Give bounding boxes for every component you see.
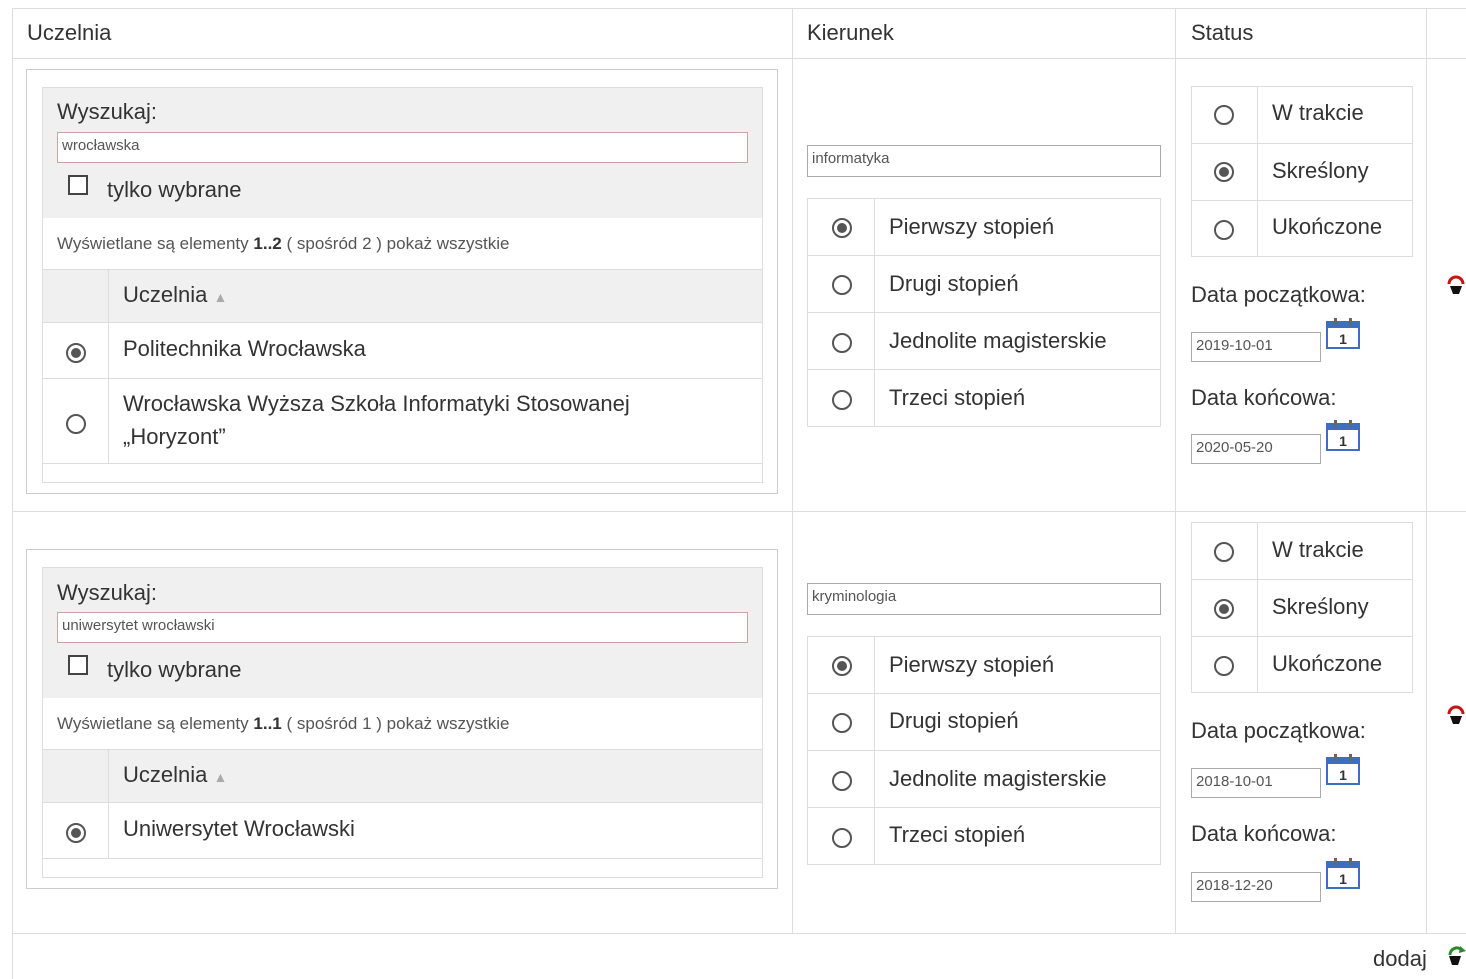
show-all-link[interactable]: pokaż wszystkie	[387, 234, 510, 253]
school-name-cont: „Horyzont”	[123, 424, 226, 449]
degree-radio[interactable]	[832, 771, 852, 791]
status-label: Ukończone	[1272, 214, 1383, 239]
results-info: Wyświetlane są elementy 1..2 ( spośród 2…	[57, 234, 510, 253]
only-selected-checkbox[interactable]	[68, 175, 88, 195]
end-date-label: Data końcowa:	[1191, 821, 1337, 846]
calendar-icon[interactable]: 1	[1325, 418, 1361, 452]
only-selected-checkbox[interactable]	[68, 655, 88, 675]
school-name: Politechnika Wrocławska	[123, 336, 366, 361]
degree-radio[interactable]	[832, 656, 852, 676]
search-label: Wyszukaj:	[57, 99, 158, 124]
school-name: Uniwersytet Wrocławski	[123, 816, 355, 841]
start-date-input[interactable]: 2019-10-01	[1191, 332, 1321, 362]
school-radio-1[interactable]	[66, 343, 86, 363]
degree-radio[interactable]	[832, 333, 852, 353]
show-all-link[interactable]: pokaż wszystkie	[387, 714, 510, 733]
remove-icon[interactable]	[1446, 704, 1466, 726]
school-search-input[interactable]: uniwersytet wrocławski	[57, 612, 748, 643]
end-date-label: Data końcowa:	[1191, 385, 1337, 410]
svg-text:1: 1	[1339, 331, 1347, 347]
results-info: Wyświetlane są elementy 1..1 ( spośród 1…	[57, 714, 510, 733]
status-label: Skreślony	[1272, 594, 1369, 619]
status-label: W trakcie	[1272, 100, 1364, 125]
sort-asc-icon: ▲	[213, 289, 228, 305]
svg-text:1: 1	[1339, 871, 1347, 887]
search-label: Wyszukaj:	[57, 580, 158, 605]
start-date-label: Data początkowa:	[1191, 282, 1366, 307]
degree-label: Drugi stopień	[889, 271, 1019, 296]
end-date-input[interactable]: 2018-12-20	[1191, 872, 1321, 902]
degree-label: Pierwszy stopień	[889, 214, 1055, 239]
header-kierunek: Kierunek	[807, 20, 894, 45]
status-label: W trakcie	[1272, 537, 1364, 562]
degree-radio[interactable]	[832, 390, 852, 410]
end-date-input[interactable]: 2020-05-20	[1191, 434, 1321, 464]
kierunek-input[interactable]: kryminologia	[807, 583, 1161, 615]
only-selected-label: tylko wybrane	[107, 177, 242, 202]
degree-label: Trzeci stopień	[889, 822, 1026, 847]
kierunek-input[interactable]: informatyka	[807, 145, 1161, 177]
school-radio-1[interactable]	[66, 823, 86, 843]
degree-label: Pierwszy stopień	[889, 652, 1055, 677]
degree-label: Drugi stopień	[889, 708, 1019, 733]
status-radio[interactable]	[1214, 220, 1234, 240]
svg-text:1: 1	[1339, 767, 1347, 783]
start-date-label: Data początkowa:	[1191, 718, 1366, 743]
add-icon	[1448, 946, 1466, 965]
school-search-input[interactable]: wrocławska	[57, 132, 748, 163]
status-radio[interactable]	[1214, 105, 1234, 125]
header-uczelnia: Uczelnia	[27, 20, 112, 45]
status-radio[interactable]	[1214, 656, 1234, 676]
calendar-icon[interactable]: 1	[1325, 752, 1361, 786]
remove-icon[interactable]	[1446, 274, 1466, 296]
start-date-input[interactable]: 2018-10-01	[1191, 768, 1321, 798]
calendar-icon[interactable]: 1	[1325, 856, 1361, 890]
sort-asc-icon: ▲	[213, 769, 228, 785]
degree-label: Jednolite magisterskie	[889, 328, 1107, 353]
degree-radio[interactable]	[832, 275, 852, 295]
degree-radio[interactable]	[832, 218, 852, 238]
add-row-link[interactable]: dodaj	[1370, 944, 1466, 974]
status-radio[interactable]	[1214, 542, 1234, 562]
degree-label: Trzeci stopień	[889, 385, 1026, 410]
only-selected-label: tylko wybrane	[107, 657, 242, 682]
status-radio[interactable]	[1214, 599, 1234, 619]
school-column-header[interactable]: Uczelnia ▲	[123, 282, 227, 308]
school-column-header[interactable]: Uczelnia ▲	[123, 762, 227, 788]
school-radio-2[interactable]	[66, 414, 86, 434]
school-name: Wrocławska Wyższa Szkoła Informatyki Sto…	[123, 391, 630, 416]
header-status: Status	[1191, 20, 1254, 45]
svg-text:1: 1	[1339, 433, 1347, 449]
calendar-icon[interactable]: 1	[1325, 316, 1361, 350]
degree-label: Jednolite magisterskie	[889, 766, 1107, 791]
degree-radio[interactable]	[832, 713, 852, 733]
add-label: dodaj	[1373, 946, 1427, 971]
status-radio[interactable]	[1214, 162, 1234, 182]
degree-radio[interactable]	[832, 828, 852, 848]
status-label: Skreślony	[1272, 158, 1369, 183]
status-label: Ukończone	[1272, 651, 1383, 676]
